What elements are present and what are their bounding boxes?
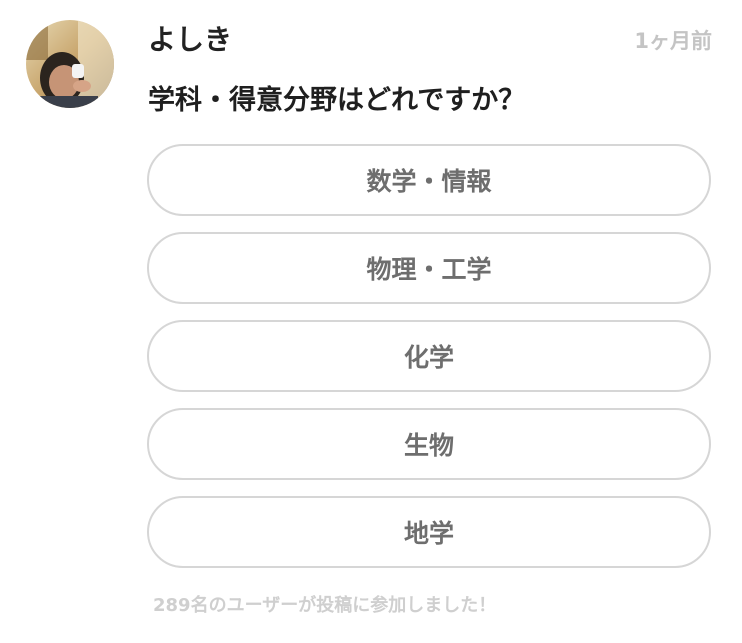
username[interactable]: よしき bbox=[148, 22, 232, 58]
poll-option-chemistry[interactable]: 化学 bbox=[147, 320, 711, 392]
poll-post: よしき 1ヶ月前 学科・得意分野はどれですか？ 数学・情報 物理・工学 化学 生… bbox=[0, 0, 742, 643]
poll-options: 数学・情報 物理・工学 化学 生物 地学 bbox=[147, 144, 711, 584]
poll-question: 学科・得意分野はどれですか？ bbox=[148, 85, 526, 116]
avatar[interactable] bbox=[26, 20, 114, 108]
post-timestamp: 1ヶ月前 bbox=[634, 29, 712, 53]
avatar-photo bbox=[26, 20, 114, 108]
poll-option-math-info[interactable]: 数学・情報 bbox=[147, 144, 711, 216]
poll-option-physics-engineering[interactable]: 物理・工学 bbox=[147, 232, 711, 304]
poll-option-biology[interactable]: 生物 bbox=[147, 408, 711, 480]
poll-option-earth-science[interactable]: 地学 bbox=[147, 496, 711, 568]
participation-count: 289名のユーザーが投稿に参加しました！ bbox=[153, 595, 497, 616]
